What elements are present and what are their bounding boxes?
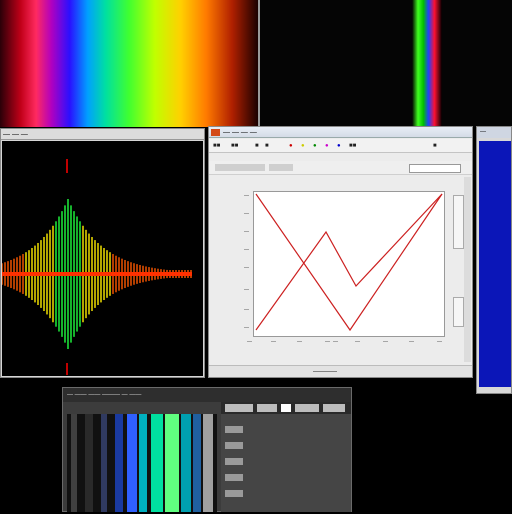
toolbar-item-8[interactable]: ●: [325, 142, 329, 150]
y-tick-label: —: [244, 229, 249, 235]
color-bars-graphic: [71, 414, 213, 512]
panel-control[interactable]: [225, 474, 243, 481]
panel-control[interactable]: [225, 426, 243, 433]
narrow-spectrum-band: [412, 0, 442, 127]
app-logo-icon: [211, 129, 220, 136]
waveform-canvas: [1, 141, 203, 376]
panel-control[interactable]: [225, 490, 243, 497]
toolbar-item-9[interactable]: ●: [337, 142, 341, 150]
plot-series-line-a: [255, 193, 443, 332]
option-input[interactable]: [409, 164, 461, 173]
marker-top: [66, 159, 68, 173]
plot-window: — — — — ■■ ■■ ■ ■ ● ● ● ● ● ■■ ■ — — — —…: [208, 126, 473, 378]
y-tick-label: —: [244, 247, 249, 253]
option-field-2[interactable]: [269, 164, 293, 171]
toolbar-item-4[interactable]: ■: [265, 142, 269, 150]
plot-series-line-b: [255, 193, 443, 331]
waveform-graphic: [1, 159, 192, 375]
plot-window-title[interactable]: — — — —: [209, 127, 472, 138]
toolbar-item-7[interactable]: ●: [313, 142, 317, 150]
bottom-control-panel: [221, 402, 351, 512]
option-field-1[interactable]: [215, 164, 265, 171]
plot-status-bar: ————: [209, 365, 472, 377]
x-tick-label: —: [247, 339, 252, 345]
bottom-toolbar-button[interactable]: [225, 404, 253, 412]
plot-area[interactable]: [253, 191, 445, 337]
bottom-toolbar-button[interactable]: [323, 404, 345, 412]
y-tick-label: —: [244, 287, 249, 293]
x-tick-label: —: [333, 339, 338, 345]
legend-panel[interactable]: [453, 195, 464, 249]
plot-toolbar: ■■ ■■ ■ ■ ● ● ● ● ● ■■ ■: [209, 139, 472, 153]
waveform-window: — — —: [0, 128, 205, 378]
plot-lines: [255, 193, 443, 332]
waveform-window-title[interactable]: — — —: [1, 129, 204, 140]
x-tick-label: —: [297, 339, 302, 345]
x-tick-label: —: [383, 339, 388, 345]
side-window: —: [476, 126, 512, 394]
plot-window-title-text: — — — —: [223, 129, 257, 136]
plot-options-bar: [209, 161, 472, 175]
y-tick-label: —: [244, 325, 249, 331]
y-tick-label: —: [244, 307, 249, 313]
toolbar-item-2[interactable]: ■■: [231, 142, 238, 150]
toolbar-item-1[interactable]: ■■: [213, 142, 220, 150]
toolbar-item-6[interactable]: ●: [301, 142, 305, 150]
waveform-baseline: [2, 272, 192, 276]
x-tick-label: —: [271, 339, 276, 345]
y-tick-label: —: [244, 211, 249, 217]
side-window-title[interactable]: —: [477, 127, 511, 138]
y-tick-label: —: [244, 265, 249, 271]
bottom-toolbar-button[interactable]: [281, 404, 291, 412]
spectrum-display: [0, 0, 258, 127]
bottom-window: — —— —— ——— — ——: [62, 387, 352, 512]
bottom-toolbar-button[interactable]: [257, 404, 277, 412]
x-tick-label: —: [325, 339, 330, 345]
bottom-menu-bar[interactable]: — —— —— ——— — ——: [63, 388, 351, 402]
panel-control[interactable]: [225, 442, 243, 449]
x-tick-label: —: [409, 339, 414, 345]
blue-display-pane: [479, 141, 511, 387]
color-bar-display: [67, 414, 217, 512]
marker-bottom: [66, 363, 68, 375]
toolbar-item-3[interactable]: ■: [255, 142, 259, 150]
dark-panel: [260, 0, 512, 127]
toolbar-item-5[interactable]: ●: [289, 142, 293, 150]
bottom-toolbar: [221, 402, 351, 414]
x-tick-label: —: [355, 339, 360, 345]
x-tick-label: —: [437, 339, 442, 345]
bottom-toolbar-button[interactable]: [295, 404, 319, 412]
toolbar-item-11[interactable]: ■: [433, 142, 437, 150]
side-control[interactable]: [453, 297, 464, 327]
y-tick-label: —: [244, 193, 249, 199]
panel-control[interactable]: [225, 458, 243, 465]
vertical-scrollbar[interactable]: [464, 177, 471, 362]
toolbar-item-10[interactable]: ■■: [349, 142, 356, 150]
